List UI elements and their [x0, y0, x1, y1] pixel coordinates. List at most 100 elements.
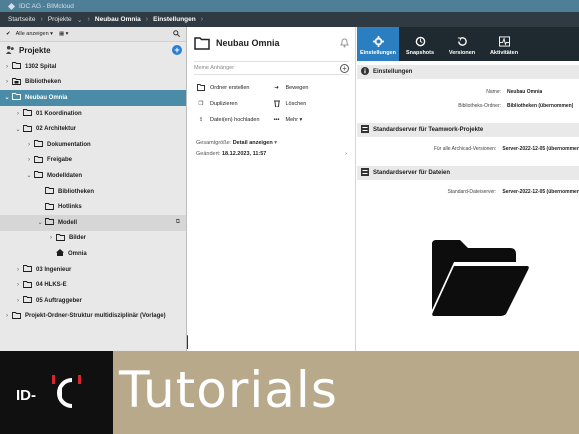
project-panel: Neubau Omnia Meine Anhänger + Ordner ers… [188, 27, 356, 351]
projects-icon [6, 45, 15, 56]
tree-item[interactable]: ⌄ 02 Architektur [0, 121, 186, 137]
sidebar-title: Projekte [19, 46, 51, 55]
tree-item[interactable]: › 05 Auftraggeber [0, 293, 186, 309]
setting-row: Standard-Dateiserver: Server-2022-12-05 (… [447, 189, 579, 195]
tree-item-label: Projekt-Ordner-Struktur multidisziplinär… [25, 313, 166, 320]
gear-icon [372, 36, 384, 47]
tree-item-label: Dokumentation [47, 141, 91, 148]
filter-label: Alle anzeigen [15, 31, 49, 37]
tree-item[interactable]: ⌄ Modelldaten [0, 168, 186, 184]
more-button[interactable]: ••• Mehr ▾ [272, 115, 348, 125]
attachments-field[interactable]: Meine Anhänger + [194, 61, 349, 75]
crumb-settings[interactable]: Einstellungen [153, 16, 196, 23]
chevron-down-icon[interactable]: ⌄ [36, 219, 44, 226]
tree-item[interactable]: Hotlinks [0, 199, 186, 215]
delete-button[interactable]: Löschen [272, 99, 348, 109]
tree-item[interactable]: › Projekt-Ordner-Struktur multidisziplinä… [0, 309, 186, 325]
library-icon [12, 77, 21, 87]
move-icon: ➜ [274, 85, 279, 91]
crumb-home[interactable]: Startseite [8, 16, 35, 23]
tree-item[interactable]: › Dokumentation [0, 137, 186, 153]
changed-row[interactable]: Geändert: 18.12.2023, 11:57 › [196, 148, 347, 159]
chevron-right-icon: › [40, 16, 43, 23]
section-header[interactable]: Standardserver für Teamwork-Projekte [357, 123, 579, 137]
chevron-right-icon[interactable]: › [14, 267, 22, 273]
chevron-right-icon[interactable]: › [3, 79, 11, 85]
tree-item[interactable]: ⌄ Neubau Omnia [0, 90, 186, 106]
tab-snapshots[interactable]: Snapshots [399, 27, 441, 61]
chevron-down-icon[interactable]: ⌄ [77, 16, 83, 24]
tree-item[interactable]: › 03 Ingenieur [0, 262, 186, 278]
chevron-right-icon[interactable]: › [3, 64, 11, 70]
filter-dropdown[interactable]: Alle anzeigen ▾ [16, 31, 53, 37]
chevron-right-icon: › [87, 16, 90, 23]
chevron-down-icon: ▾ [298, 117, 303, 123]
section-header[interactable]: Standardserver für Dateien [357, 166, 579, 180]
upload-button[interactable]: ⇪ Datei(en) hochladen [196, 115, 272, 125]
chevron-right-icon[interactable]: › [14, 111, 22, 117]
size-detail-link[interactable]: Detail anzeigen [233, 140, 273, 146]
duplicate-button[interactable]: ❐ Duplizieren [196, 99, 272, 109]
tree-item[interactable]: › Bibliotheken [0, 75, 186, 91]
section-teamwork-server: Standardserver für Teamwork-Projekte Für… [357, 123, 579, 156]
tree-item-label: 1302 Spital [25, 63, 57, 70]
crumb-projects[interactable]: Projekte [48, 16, 72, 23]
chevron-right-icon[interactable]: › [25, 157, 33, 163]
folder-icon [196, 83, 206, 93]
folder-icon [45, 187, 54, 196]
tree-item[interactable]: › 04 HLKS-E [0, 277, 186, 293]
folder-icon [23, 280, 32, 290]
add-attachment-button[interactable]: + [340, 64, 349, 73]
tree-item[interactable]: › Bilder [0, 231, 186, 247]
chevron-right-icon[interactable]: › [47, 235, 55, 241]
crumb-project[interactable]: Neubau Omnia [95, 16, 141, 23]
add-project-button[interactable]: + [172, 45, 182, 55]
tree-item[interactable]: ⌄ Modell ⧉ [0, 214, 186, 231]
tab-versions[interactable]: Versionen [441, 27, 483, 61]
breadcrumb: Startseite › Projekte ⌄ › Neubau Omnia ›… [0, 12, 579, 27]
cloud-sync-icon[interactable]: ⧉ [176, 219, 180, 226]
tree-item[interactable]: › 01 Koordination [0, 106, 186, 122]
tree-item[interactable]: › Freigabe [0, 153, 186, 169]
activity-icon [498, 36, 510, 47]
title-bar: IDC AG - BIMcloud [0, 0, 579, 12]
chevron-down-icon[interactable]: ⌄ [3, 94, 11, 101]
bell-icon[interactable] [340, 38, 349, 48]
setting-row: Name: Neubau Omnia [486, 89, 543, 95]
folder-icon [23, 265, 32, 274]
project-tree: › 1302 Spital › Bibliotheken ⌄ Neubau Omnia › 0… [0, 59, 186, 324]
tree-item-label: Bilder [69, 235, 87, 242]
calendar-icon[interactable]: ▦ ▾ [59, 31, 69, 37]
move-button[interactable]: ➜ Bewegen [272, 83, 348, 93]
attachments-placeholder: Meine Anhänger [194, 65, 235, 71]
duplicate-icon: ❐ [198, 101, 204, 107]
chevron-right-icon[interactable]: › [25, 142, 33, 148]
folder-icon [23, 109, 32, 118]
chevron-right-icon[interactable]: › [14, 282, 22, 288]
size-row: Gesamtgröße: Detail anzeigen ▾ [196, 139, 278, 146]
section-file-server: Standardserver für Dateien Standard-Date… [357, 166, 579, 199]
chevron-down-icon[interactable]: ⌄ [25, 172, 33, 179]
history-icon [457, 37, 467, 46]
tree-item[interactable]: Omnia [0, 246, 186, 262]
folder-icon [12, 311, 21, 321]
check-icon[interactable]: ✔ [6, 31, 11, 37]
tree-item[interactable]: Bibliotheken [0, 184, 186, 200]
server-icon [361, 168, 369, 178]
search-icon[interactable] [173, 29, 180, 39]
tab-activities[interactable]: Aktivitäten [483, 27, 525, 61]
chevron-right-icon[interactable]: › [14, 298, 22, 304]
tab-bar: Einstellungen Snapshots Versionen Aktivi… [357, 27, 579, 61]
folder-icon [56, 233, 65, 243]
section-header[interactable]: Einstellungen [357, 65, 579, 79]
tree-item[interactable]: › 1302 Spital [0, 59, 186, 75]
chevron-down-icon[interactable]: ⌄ [14, 126, 22, 133]
tree-item-label: Hotlinks [58, 204, 82, 211]
section-settings: Einstellungen Name: Neubau Omnia Biblioth… [357, 65, 579, 113]
tab-settings[interactable]: Einstellungen [357, 27, 399, 61]
tree-item-label: 03 Ingenieur [36, 266, 72, 273]
idc-logo: ID- [16, 375, 81, 408]
app-window: IDC AG - BIMcloud Startseite › Projekte … [0, 0, 579, 434]
chevron-right-icon[interactable]: › [3, 313, 11, 319]
create-folder-button[interactable]: Ordner erstellen [196, 83, 272, 93]
